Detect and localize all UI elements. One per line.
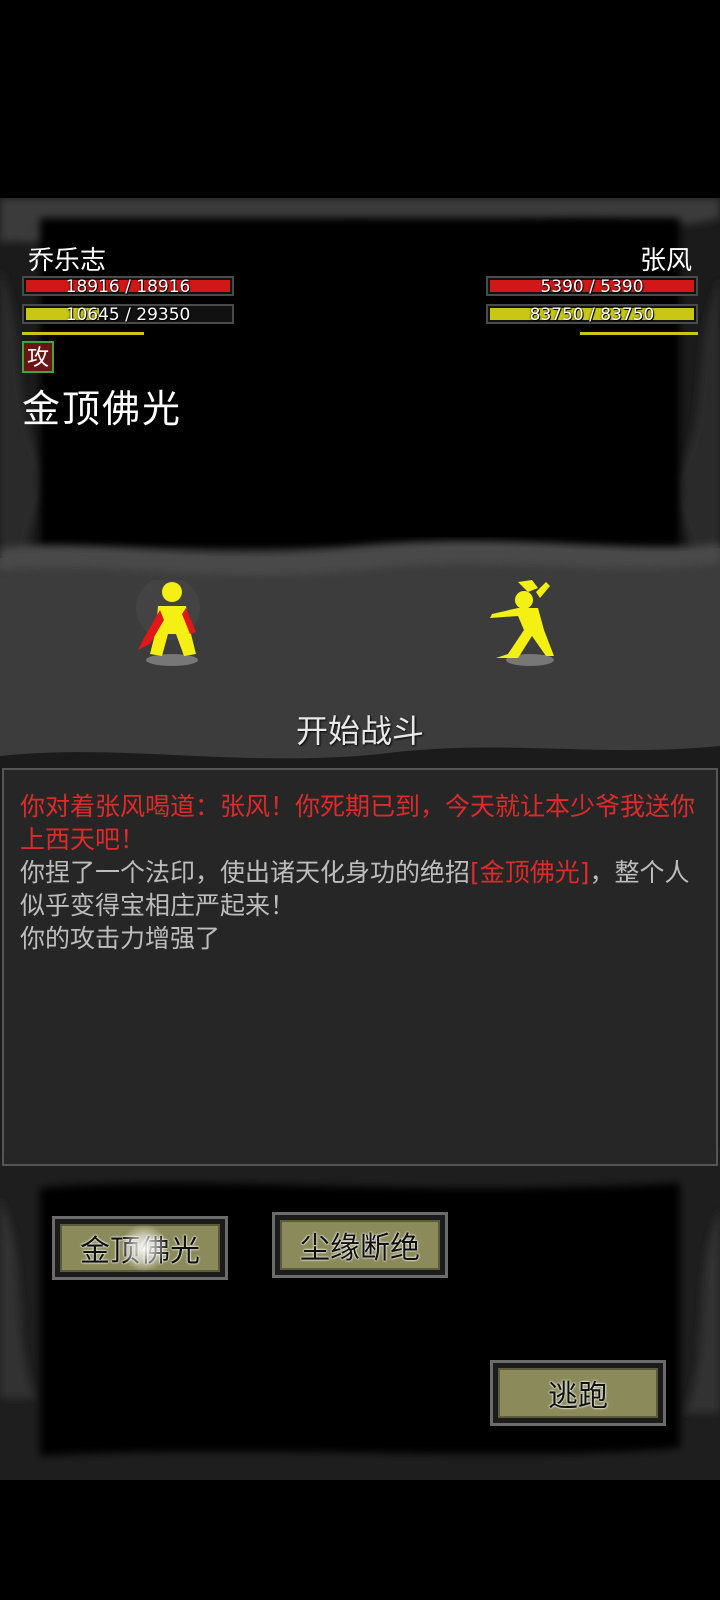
log-line-1: 你对着张风喝道：张风！你死期已到，今天就让本少爷我送你上西天吧！: [20, 792, 696, 854]
attack-buff-icon: 攻: [22, 341, 54, 373]
flee-button-label: 逃跑: [498, 1368, 658, 1418]
player-mp-bar: 10645 / 29350: [22, 304, 234, 325]
enemy-charge-bar: [580, 332, 698, 335]
log-line-2-text: 你捏了一个法印，使出诸天化身功的绝招: [20, 858, 471, 887]
flee-button[interactable]: 逃跑: [490, 1360, 666, 1426]
battle-status-text: 开始战斗: [295, 712, 424, 750]
player-mp-text: 10645 / 29350: [65, 305, 191, 325]
enemy-mp-bar: 83750 / 83750: [486, 304, 698, 325]
log-skill-highlight: [金顶佛光]: [470, 858, 590, 887]
enemy-mp-text: 83750 / 83750: [529, 305, 655, 325]
skill-button-jinding[interactable]: 金顶佛光: [52, 1216, 228, 1280]
enemy-hp-bar: 5390 / 5390: [486, 276, 698, 297]
active-skill-name: 金顶佛光: [22, 387, 183, 431]
enemy-fighter: [490, 580, 554, 666]
enemy-name: 张风: [639, 246, 692, 276]
player-hp-text: 18916 / 18916: [65, 277, 191, 297]
log-line-3: 你的攻击力增强了: [20, 924, 221, 953]
combat-log: 你对着张风喝道：张风！你死期已到，今天就让本少爷我送你上西天吧！ 你捏了一个法印…: [2, 768, 718, 1166]
player-hp-bar: 18916 / 18916: [22, 276, 234, 297]
enemy-hp-text: 5390 / 5390: [540, 277, 644, 297]
log-line-2: 你捏了一个法印，使出诸天化身功的绝招[金顶佛光]，整个人似乎变得宝相庄严起来！: [20, 856, 700, 922]
skill-button-chenyuan-label: 尘缘断绝: [280, 1220, 440, 1270]
skill-button-chenyuan[interactable]: 尘缘断绝: [272, 1212, 448, 1278]
skill-button-jinding-label: 金顶佛光: [60, 1224, 220, 1272]
player-charge-bar: [22, 332, 144, 335]
player-name: 乔乐志: [28, 246, 107, 276]
player-fighter: [136, 580, 200, 666]
